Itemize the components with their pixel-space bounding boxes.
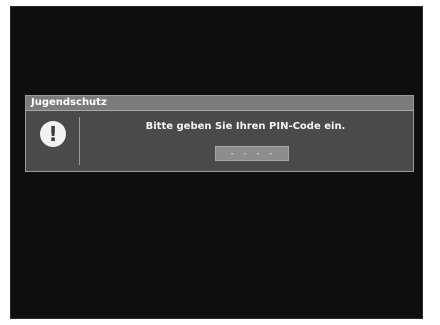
parental-control-dialog: Jugendschutz ! Bitte geben Sie Ihren PIN… [25,95,414,172]
dialog-title: Jugendschutz [26,96,413,111]
exclamation-icon: ! [40,121,66,147]
dialog-divider [79,117,80,165]
tv-frame: Jugendschutz ! Bitte geben Sie Ihren PIN… [0,0,440,325]
pin-code-input[interactable]: - - - - [215,146,289,161]
pin-prompt-message: Bitte geben Sie Ihren PIN-Code ein. [145,121,346,132]
dialog-body: ! Bitte geben Sie Ihren PIN-Code ein. - … [26,111,413,172]
